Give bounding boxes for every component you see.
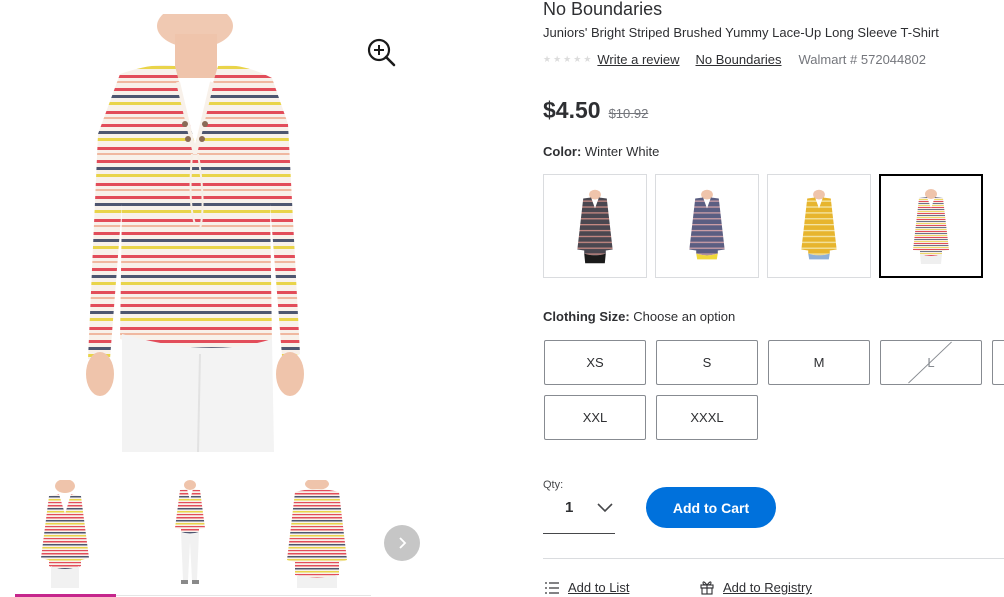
gift-icon	[700, 581, 714, 595]
current-price: $4.50	[543, 97, 601, 123]
size-label: Clothing Size: Choose an option	[543, 309, 735, 324]
list-icon	[545, 581, 559, 594]
color-selected-value: Winter White	[584, 144, 660, 159]
size-label-title: Clothing Size:	[543, 309, 630, 324]
chevron-down-icon	[597, 503, 613, 513]
quantity-select[interactable]: 1	[543, 492, 615, 534]
write-review-link[interactable]: Write a review	[597, 52, 679, 67]
add-to-registry-link[interactable]: Add to Registry	[700, 580, 812, 595]
actions-divider	[543, 558, 1004, 559]
star-rating: ★ ★ ★ ★ ★	[543, 53, 592, 64]
rating-row: ★ ★ ★ ★ ★ Write a review No Boundaries W…	[543, 50, 926, 68]
color-swatch-yellow-stripe[interactable]	[767, 174, 871, 278]
size-option-xs[interactable]: XS	[544, 340, 646, 385]
thumbnail-back-image	[287, 480, 347, 588]
star-icon: ★	[583, 53, 592, 64]
product-title: Juniors' Bright Striped Brushed Yummy La…	[543, 25, 939, 40]
color-label-title: Color:	[543, 144, 582, 159]
size-option-xxxl[interactable]: XXXL	[656, 395, 758, 440]
size-option-s[interactable]: S	[656, 340, 758, 385]
color-swatch-navy-stripe[interactable]	[655, 174, 759, 278]
size-option-m[interactable]: M	[768, 340, 870, 385]
main-product-image-svg	[86, 14, 304, 452]
thumbnail-front[interactable]	[15, 480, 115, 595]
brand-link[interactable]: No Boundaries	[696, 52, 782, 67]
star-icon: ★	[543, 53, 552, 64]
add-to-list-label: Add to List	[568, 580, 630, 595]
main-product-image[interactable]	[60, 14, 350, 452]
walmart-sku: Walmart # 572044802	[798, 51, 926, 67]
thumbnail-full-body[interactable]	[135, 480, 235, 595]
add-to-cart-button[interactable]: Add to Cart	[646, 487, 776, 528]
size-option-xl-partial[interactable]	[992, 340, 1004, 385]
size-placeholder: Choose an option	[633, 309, 736, 324]
color-swatches	[543, 174, 1004, 278]
color-swatch-dark-stripe[interactable]	[543, 174, 647, 278]
swatch-image	[689, 189, 725, 260]
thumbnail-next-button[interactable]	[384, 525, 420, 561]
star-icon: ★	[563, 53, 572, 64]
quantity-label: Qty:	[543, 479, 564, 491]
add-to-registry-label: Add to Registry	[723, 580, 812, 595]
color-label: Color: Winter White	[543, 144, 659, 159]
thumbnail-full-body-image	[175, 480, 205, 584]
add-to-list-link[interactable]: Add to List	[545, 580, 629, 595]
unavailable-slash-icon	[908, 341, 952, 384]
thumbnail-divider	[116, 595, 371, 596]
size-option-xxl[interactable]: XXL	[544, 395, 646, 440]
star-icon: ★	[573, 53, 582, 64]
thumbnail-carousel	[15, 480, 375, 597]
color-swatch-winter-white[interactable]	[879, 174, 983, 278]
star-icon: ★	[553, 53, 562, 64]
zoom-in-icon	[367, 38, 396, 67]
thumbnail-front-image	[41, 480, 89, 588]
size-option-l-unavailable[interactable]: L	[880, 340, 982, 385]
thumbnail-back[interactable]	[267, 480, 367, 595]
zoom-in-button[interactable]	[364, 35, 398, 69]
was-price: $10.92	[608, 106, 649, 121]
swatch-image	[577, 189, 613, 264]
chevron-right-icon	[399, 537, 407, 549]
quantity-value: 1	[565, 499, 574, 516]
swatch-image	[913, 189, 949, 264]
swatch-image	[801, 189, 837, 260]
price-row: $4.50 $10.92	[543, 97, 648, 124]
product-brand: No Boundaries	[543, 0, 663, 19]
